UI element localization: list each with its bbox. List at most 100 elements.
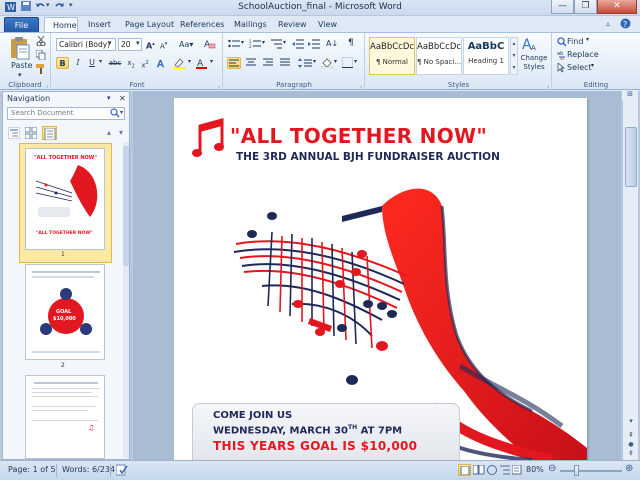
tab-file[interactable]: File — [4, 17, 39, 33]
numbering-icon[interactable]: 12 — [249, 39, 263, 52]
style-normal[interactable]: AaBbCcDc ¶ Normal — [369, 37, 415, 75]
font-launcher-icon[interactable]: ⌟ — [217, 82, 220, 89]
justify-button[interactable] — [278, 57, 292, 69]
zoom-slider-track[interactable] — [560, 470, 622, 472]
numbering-dropdown-icon[interactable]: ▾ — [262, 39, 265, 46]
superscript-button[interactable]: x2 — [139, 57, 151, 69]
borders-icon[interactable] — [342, 57, 353, 71]
align-left-button[interactable] — [227, 57, 241, 69]
thumbnail-page-1[interactable]: "ALL TOGETHER NOW" "ALL TOGETHER NOW" — [25, 148, 105, 250]
thumbnail-page-2[interactable]: GOAL $10,000 — [25, 264, 105, 360]
font-size-dropdown-icon[interactable]: ▾ — [136, 39, 140, 47]
underline-button[interactable]: U — [86, 57, 98, 69]
multilevel-dropdown-icon[interactable]: ▾ — [283, 39, 286, 46]
italic-button[interactable]: I — [72, 57, 84, 69]
clipboard-launcher-icon[interactable]: ⌟ — [45, 82, 48, 89]
outline-view-icon[interactable] — [500, 465, 511, 478]
scroll-thumb[interactable] — [625, 127, 637, 187]
tab-references[interactable]: References — [172, 17, 232, 33]
previous-page-icon[interactable]: ⇞ — [625, 431, 637, 441]
document-page[interactable]: "ALL TOGETHER NOW" THE 3RD ANNUAL BJH FU… — [174, 98, 587, 460]
search-document-input[interactable]: Search Document — [7, 107, 125, 120]
line-spacing-dropdown-icon[interactable]: ▾ — [313, 58, 316, 65]
minimize-button[interactable]: — — [551, 0, 574, 14]
style-heading-1[interactable]: AaBbC Heading 1 — [463, 37, 509, 75]
change-case-icon[interactable]: Aa▾ — [179, 39, 193, 50]
next-result-icon[interactable]: ▾ — [119, 128, 123, 137]
font-color-dropdown-icon[interactable]: ▾ — [210, 58, 213, 65]
zoom-slider-thumb[interactable] — [574, 465, 579, 476]
print-layout-view-icon[interactable] — [458, 464, 471, 476]
select-dropdown-icon[interactable]: ▾ — [591, 62, 594, 69]
find-dropdown-icon[interactable]: ▾ — [586, 36, 589, 43]
find-icon[interactable] — [557, 37, 567, 50]
increase-indent-icon[interactable] — [308, 39, 320, 52]
tab-view[interactable]: View — [310, 17, 345, 33]
find-button[interactable]: Find — [567, 36, 583, 47]
change-styles-button[interactable]: Change Styles — [518, 54, 550, 72]
browse-object-icon[interactable]: ● — [625, 441, 637, 449]
font-name-dropdown-icon[interactable]: ▾ — [108, 39, 112, 47]
next-page-icon[interactable]: ⇟ — [625, 449, 637, 459]
borders-dropdown-icon[interactable]: ▾ — [354, 58, 357, 65]
line-spacing-icon[interactable] — [298, 58, 312, 71]
browse-pages-icon[interactable] — [24, 126, 39, 140]
tab-insert[interactable]: Insert — [80, 17, 119, 33]
highlight-color-icon[interactable] — [173, 57, 187, 72]
zoom-out-icon[interactable]: ⊖ — [548, 463, 556, 474]
search-dropdown-icon[interactable]: ▾ — [120, 109, 123, 116]
tab-review[interactable]: Review — [270, 17, 315, 33]
styles-gallery-scroll[interactable]: ▴ ▾ ▾ — [510, 37, 518, 75]
page-count[interactable]: Page: 1 of 5 — [8, 465, 56, 474]
style-no-spacing[interactable]: AaBbCcDc ¶ No Spaci... — [416, 37, 462, 75]
font-name-input[interactable]: Calibri (Body) — [56, 38, 116, 51]
view-ruler-icon[interactable]: ⊞ — [622, 90, 638, 100]
paste-button[interactable]: Paste — [11, 60, 33, 71]
bullets-dropdown-icon[interactable]: ▾ — [241, 39, 244, 46]
underline-dropdown-icon[interactable]: ▾ — [99, 58, 102, 65]
shading-dropdown-icon[interactable]: ▾ — [334, 58, 337, 65]
browse-results-icon[interactable] — [42, 126, 57, 141]
tab-mailings[interactable]: Mailings — [226, 17, 275, 33]
tab-home[interactable]: Home — [44, 17, 78, 33]
font-color-icon[interactable]: A — [196, 57, 208, 72]
previous-result-icon[interactable]: ▴ — [107, 128, 111, 137]
navigation-close-icon[interactable]: ✕ — [119, 94, 126, 103]
align-right-button[interactable] — [261, 57, 275, 69]
copy-icon[interactable] — [35, 49, 46, 63]
text-effects-icon[interactable]: A — [156, 57, 168, 72]
select-button[interactable]: Select — [567, 62, 592, 73]
search-icon[interactable] — [110, 108, 120, 121]
vertical-scrollbar[interactable]: ▴ ▾ ⇞ ● ⇟ — [622, 91, 638, 460]
restore-button[interactable]: ❐ — [574, 0, 597, 14]
bold-button[interactable]: B — [56, 57, 69, 69]
sort-icon[interactable]: A↓ — [326, 38, 338, 49]
thumbnail-page-3[interactable]: ♫ — [25, 375, 105, 459]
shrink-font-icon[interactable]: A▾ — [160, 39, 167, 52]
paragraph-launcher-icon[interactable]: ⌟ — [359, 82, 362, 89]
replace-button[interactable]: Replace — [567, 49, 599, 60]
subscript-button[interactable]: x2 — [125, 57, 137, 69]
bullets-icon[interactable] — [228, 39, 242, 52]
show-formatting-icon[interactable]: ¶ — [348, 38, 354, 49]
draft-view-icon[interactable] — [511, 464, 522, 478]
paste-dropdown-icon[interactable]: ▾ — [18, 70, 22, 81]
grow-font-icon[interactable]: A▴ — [146, 39, 155, 52]
replace-icon[interactable]: ab ac — [557, 50, 567, 63]
scroll-down-icon[interactable]: ▾ — [625, 417, 637, 429]
styles-launcher-icon[interactable]: ⌟ — [546, 82, 549, 89]
align-center-button[interactable] — [244, 57, 258, 69]
cut-icon[interactable] — [36, 35, 46, 49]
select-icon[interactable] — [557, 62, 567, 76]
clear-formatting-icon[interactable]: A — [204, 38, 216, 53]
format-painter-icon[interactable] — [36, 64, 46, 77]
web-layout-icon[interactable] — [487, 465, 498, 478]
minimize-ribbon-icon[interactable]: ▵ — [606, 19, 610, 28]
decrease-indent-icon[interactable] — [292, 39, 304, 52]
zoom-in-icon[interactable]: ⊕ — [625, 463, 633, 474]
shading-icon[interactable] — [320, 57, 334, 72]
word-count[interactable]: Words: 6/234 — [62, 465, 115, 474]
proofing-icon[interactable] — [115, 464, 128, 479]
close-button[interactable]: ✕ — [597, 0, 637, 14]
navigation-scroll-thumb[interactable] — [123, 146, 129, 266]
